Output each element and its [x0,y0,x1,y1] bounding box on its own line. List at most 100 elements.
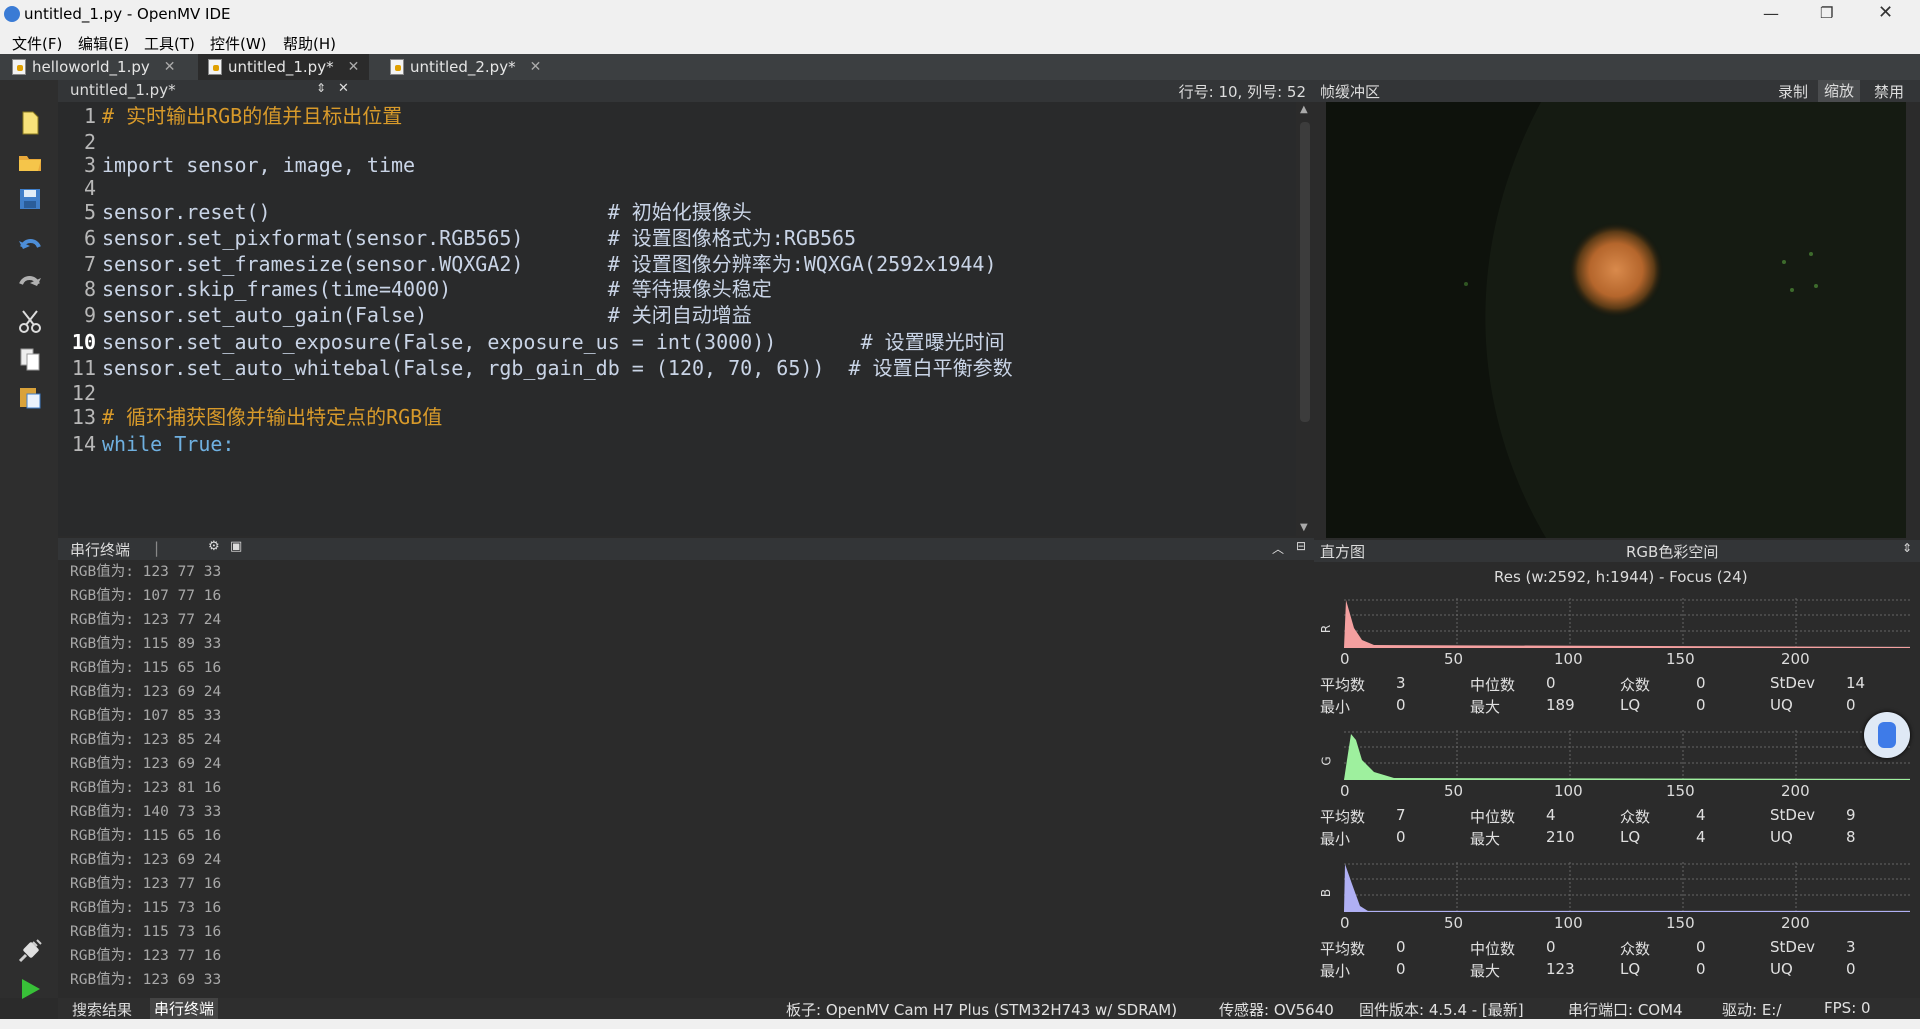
tab-serial-terminal[interactable]: 串行终端 [150,998,219,1019]
terminal-line: RGB值为: 123 77 16 [70,876,222,892]
terminal-line: RGB值为: 115 89 33 [70,636,222,652]
resolution-label: Res (w:2592, h:1944) - Focus (24) [1494,568,1748,586]
document-selector[interactable]: untitled_1.py* [70,81,176,99]
run-icon[interactable] [17,976,43,1002]
stat-value: 0 [1396,828,1406,846]
stat-label: LQ [1620,828,1641,846]
stat-label: StDev [1770,938,1816,956]
tab-search-results[interactable]: 搜索结果 [72,999,132,1020]
stat-value: 0 [1696,938,1706,956]
stat-value: 0 [1696,674,1706,692]
terminal-line: RGB值为: 123 77 33 [70,564,222,580]
terminal-line: RGB值为: 107 85 33 [70,708,222,724]
terminal-line: RGB值为: 115 65 16 [70,828,222,844]
status-firmware[interactable]: 固件版本: 4.5.4 - [最新] [1359,999,1524,1020]
tick-label: 150 [1666,650,1695,668]
menu-help[interactable]: 帮助(H) [283,33,336,54]
save-log-icon[interactable]: ▣ [230,539,242,554]
stat-value: 0 [1696,960,1706,978]
stat-label: StDev [1770,674,1816,692]
tick-label: 150 [1666,914,1695,932]
file-tab-bar: helloworld_1.py ✕ untitled_1.py* ✕ untit… [0,54,1920,80]
editor-header: untitled_1.py* ⇕ ✕ 行号: 10, 列号: 52 [58,80,1314,102]
close-tab-icon[interactable]: ✕ [348,59,360,75]
code-text: sensor.set_auto_exposure(False, exposure… [102,330,1005,354]
paste-icon[interactable] [17,384,43,410]
collapse-up-icon[interactable]: ︿ [1272,540,1284,557]
separator: | [154,539,160,557]
close-tab-icon[interactable]: ✕ [164,59,176,75]
status-sensor: 传感器: OV5640 [1219,1001,1334,1019]
cut-icon[interactable] [17,308,43,334]
new-file-icon[interactable] [17,110,43,136]
code-text: import sensor, image, time [102,153,416,177]
line-number: 9 [83,303,96,327]
tab-helloworld[interactable]: helloworld_1.py ✕ [2,54,186,80]
python-file-icon [12,59,26,75]
tab-untitled-2[interactable]: untitled_2.py* ✕ [380,54,551,80]
close-tab-icon[interactable]: ✕ [530,59,542,75]
channel-label-r: R [1319,624,1334,634]
stat-label: 平均数 [1320,676,1366,694]
stat-label: 最大 [1470,830,1501,848]
status-port: 串行端口: COM4 [1568,1001,1683,1019]
scroll-down-icon[interactable]: ▼ [1300,522,1308,533]
colorspace-select[interactable]: RGB色彩空间 [1626,541,1718,562]
framebuffer-header: 帧缓冲区 录制 缩放 禁用 [1314,80,1920,102]
stat-label: 众数 [1620,940,1651,958]
tab-label: untitled_2.py* [410,58,516,76]
terminal-line: RGB值为: 123 69 24 [70,756,222,772]
stat-label: 平均数 [1320,940,1366,958]
terminal-line: RGB值为: 123 69 24 [70,684,222,700]
python-file-icon [208,59,222,75]
close-icon[interactable]: ✕ [1878,2,1893,23]
terminal-line: RGB值为: 115 73 16 [70,924,222,940]
connect-icon[interactable] [17,938,43,964]
code-text: # 循环捕获图像并输出特定点的RGB值 [102,405,443,429]
terminal-line: RGB值为: 115 73 16 [70,900,222,916]
menu-widgets[interactable]: 控件(W) [210,33,267,54]
zoom-button[interactable]: 缩放 [1818,80,1861,102]
restore-icon[interactable]: ❐ [1820,4,1833,22]
tab-label: untitled_1.py* [228,58,334,76]
code-text: sensor.set_auto_gain(False) # 关闭自动增益 [102,303,752,327]
tab-untitled-1[interactable]: untitled_1.py* ✕ [198,54,370,80]
usb-drive-icon[interactable] [1864,712,1910,758]
editor-scrollbar[interactable]: ▲ ▼ [1296,102,1314,536]
minimize-icon[interactable]: — [1763,4,1779,23]
code-text: sensor.set_pixformat(sensor.RGB565) # 设置… [102,226,857,250]
close-document-icon[interactable]: ✕ [338,81,349,96]
stat-value: 0 [1396,960,1406,978]
stat-value: 189 [1546,696,1575,714]
save-icon[interactable] [17,186,43,212]
detach-panel-icon[interactable]: ⊟ [1296,539,1306,553]
clear-terminal-icon[interactable]: ⚙ [208,539,220,554]
openmv-app-icon [4,6,20,22]
scroll-up-icon[interactable]: ▲ [1300,104,1308,115]
stat-value: 14 [1846,674,1866,692]
code-editor[interactable]: 1 # 实时输出RGB的值并且标出位置 2 3 import sensor, ima… [58,102,1296,536]
menu-edit[interactable]: 编辑(E) [78,33,129,54]
disable-button[interactable]: 禁用 [1874,81,1904,102]
record-button[interactable]: 录制 [1778,81,1808,102]
status-board: 板子: OpenMV Cam H7 Plus (STM32H743 w/ SDR… [786,1001,1178,1019]
tick-label: 200 [1781,914,1810,932]
histogram-header: 直方图 RGB色彩空间 ⇕ [1314,540,1920,562]
stat-label: 众数 [1620,676,1651,694]
stat-label: UQ [1770,696,1793,714]
stat-value: 4 [1696,828,1706,846]
menu-tools[interactable]: 工具(T) [144,33,195,54]
updown-arrows-icon[interactable]: ⇕ [1902,541,1912,555]
updown-arrows-icon[interactable]: ⇕ [316,81,326,95]
serial-terminal[interactable]: RGB值为: 123 77 33 RGB值为: 107 77 16 RGB值为:… [58,560,1296,992]
copy-icon[interactable] [17,346,43,372]
menu-file[interactable]: 文件(F) [12,33,62,54]
stat-label: UQ [1770,828,1793,846]
open-folder-icon[interactable] [17,148,43,174]
tick-label: 200 [1781,650,1810,668]
tick-label: 0 [1340,650,1350,668]
redo-icon[interactable] [17,270,43,296]
undo-icon[interactable] [17,233,43,259]
scroll-thumb[interactable] [1300,122,1310,422]
framebuffer-view[interactable] [1326,102,1906,538]
